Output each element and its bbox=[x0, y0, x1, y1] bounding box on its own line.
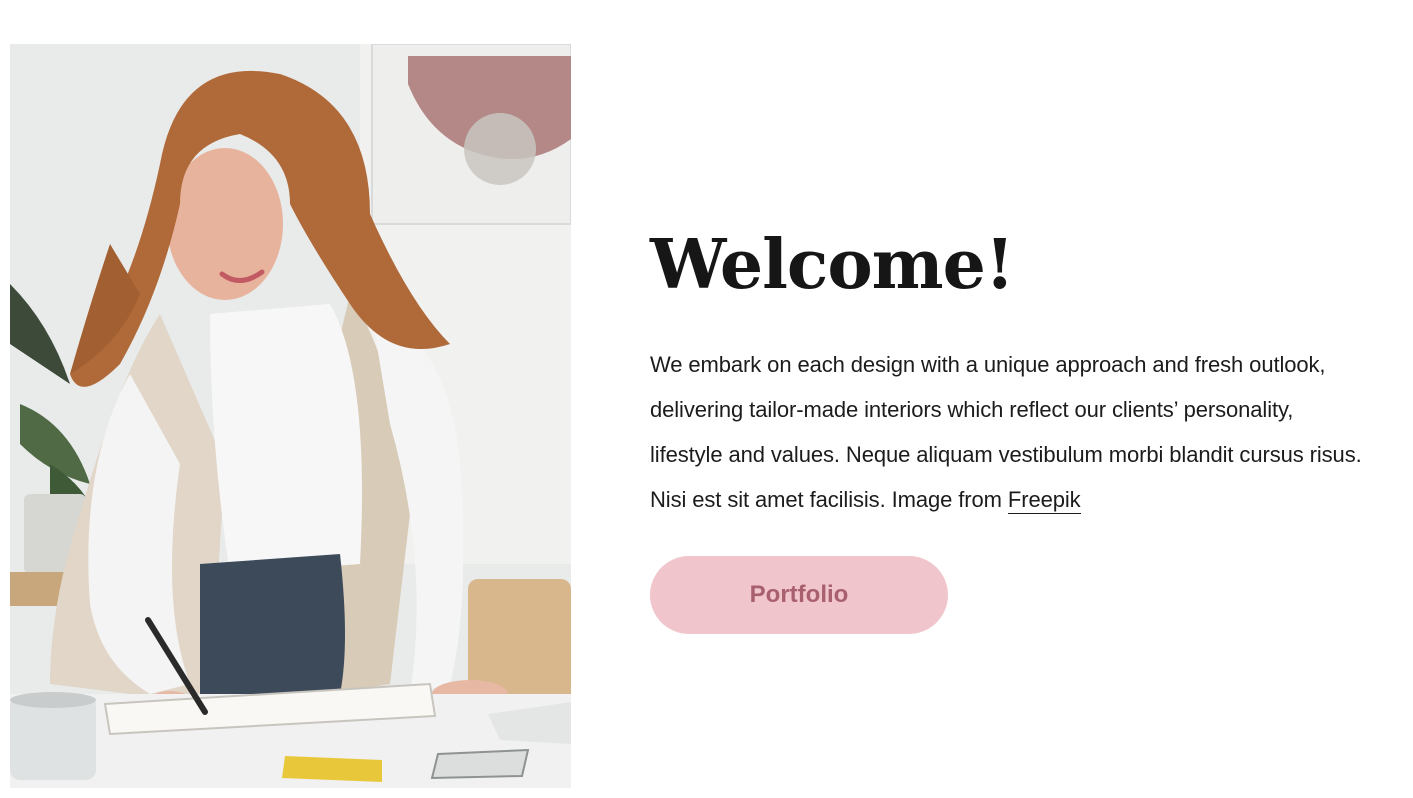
page-title: Welcome! bbox=[650, 225, 1015, 305]
woman-at-desk-illustration bbox=[10, 44, 571, 788]
intro-text: We embark on each design with a unique a… bbox=[650, 352, 1362, 512]
portfolio-button[interactable]: Portfolio bbox=[650, 556, 948, 634]
welcome-section: Welcome! We embark on each design with a… bbox=[650, 222, 1370, 522]
intro-paragraph: We embark on each design with a unique a… bbox=[650, 342, 1365, 522]
freepik-link[interactable]: Freepik bbox=[1007, 487, 1081, 514]
hero-photo bbox=[10, 44, 571, 788]
